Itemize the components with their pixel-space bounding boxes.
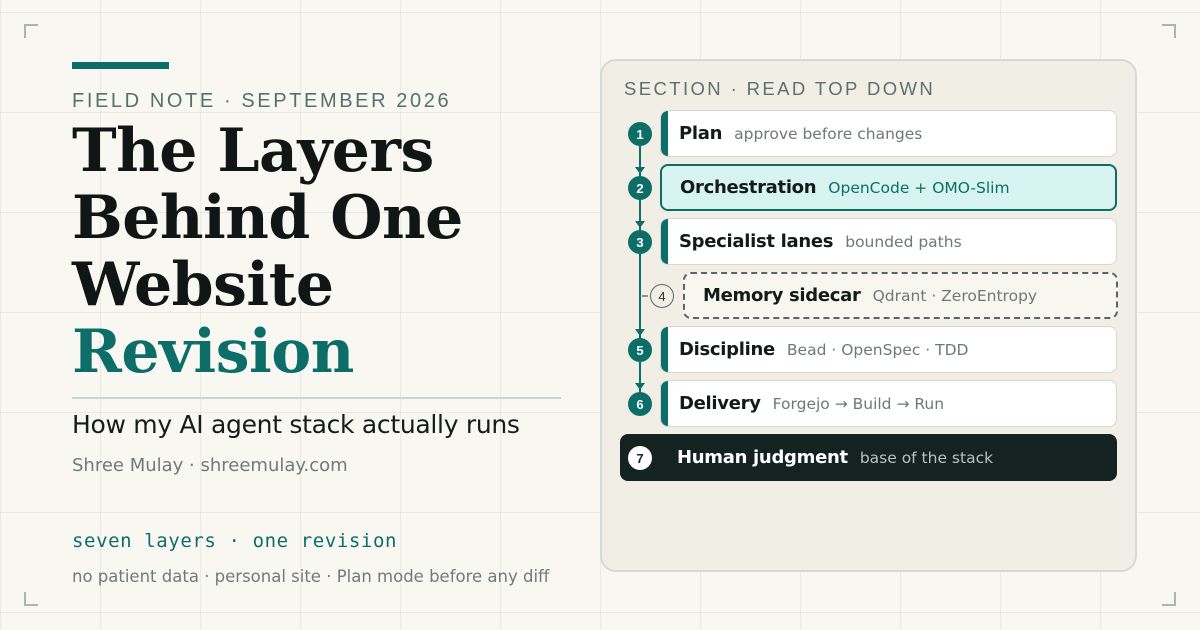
title-line-2: Behind One [72, 183, 463, 253]
subtitle: How my AI agent stack actually runs [72, 410, 520, 439]
layer-stripe [661, 219, 668, 264]
panel-label: SECTION · READ TOP DOWN [624, 78, 936, 99]
layer-plan: Plan approve before changes [660, 110, 1117, 157]
step-number-7: 7 [628, 446, 652, 470]
layer-specialist-lanes: Specialist lanes bounded paths [660, 218, 1117, 265]
layer-name: Human judgment [677, 447, 848, 468]
layer-name: Memory sidecar [703, 285, 861, 306]
corner-mark-top-right [1162, 24, 1176, 38]
layer-desc: approve before changes [734, 124, 923, 143]
footnote: no patient data · personal site · Plan m… [72, 567, 550, 586]
step-number-1: 1 [628, 122, 652, 146]
layer-desc: Bead · OpenSpec · TDD [786, 340, 969, 359]
byline: Shree Mulay · shreemulay.com [72, 455, 348, 476]
accent-bar [72, 62, 169, 69]
layer-desc: Forgejo → Build → Run [772, 394, 945, 413]
arrow-down-icon [635, 329, 645, 336]
page-title: The Layers Behind One Website Revision [72, 118, 572, 386]
layer-delivery: Delivery Forgejo → Build → Run [660, 380, 1117, 427]
step-number-3: 3 [628, 230, 652, 254]
arrow-down-icon [635, 383, 645, 390]
step-number-4: 4 [650, 284, 674, 308]
layer-memory-sidecar: Memory sidecar Qdrant · ZeroEntropy [683, 272, 1118, 319]
corner-mark-top-left [24, 24, 38, 38]
layer-stripe [661, 327, 668, 372]
arrow-down-icon [635, 221, 645, 228]
layer-discipline: Discipline Bead · OpenSpec · TDD [660, 326, 1117, 373]
title-line-3: Website [72, 250, 334, 320]
step-number-5: 5 [628, 338, 652, 362]
title-divider [72, 397, 561, 399]
corner-mark-bottom-left [24, 592, 38, 606]
layer-name: Orchestration [680, 177, 817, 198]
layer-name: Discipline [679, 339, 775, 360]
layer-name: Plan [679, 123, 723, 144]
arrow-down-icon [635, 167, 645, 174]
title-line-1: The Layers [72, 116, 434, 186]
layer-desc: Qdrant · ZeroEntropy [872, 286, 1038, 305]
eyebrow-label: FIELD NOTE · SEPTEMBER 2026 [72, 90, 452, 112]
layer-desc: base of the stack [859, 448, 994, 467]
tagline: seven layers · one revision [72, 530, 398, 552]
step-number-2: 2 [628, 176, 652, 200]
layer-desc: OpenCode + OMO-Slim [828, 178, 1010, 197]
layer-human-judgment: Human judgment base of the stack [620, 434, 1117, 481]
corner-mark-bottom-right [1162, 592, 1176, 606]
layer-stripe [661, 381, 668, 426]
layer-orchestration: Orchestration OpenCode + OMO-Slim [660, 164, 1117, 211]
layer-name: Specialist lanes [679, 231, 834, 252]
step-number-6: 6 [628, 392, 652, 416]
layer-name: Delivery [679, 393, 761, 414]
layer-stripe [661, 111, 668, 156]
title-accent-line: Revision [72, 317, 354, 387]
layer-desc: bounded paths [845, 232, 962, 251]
